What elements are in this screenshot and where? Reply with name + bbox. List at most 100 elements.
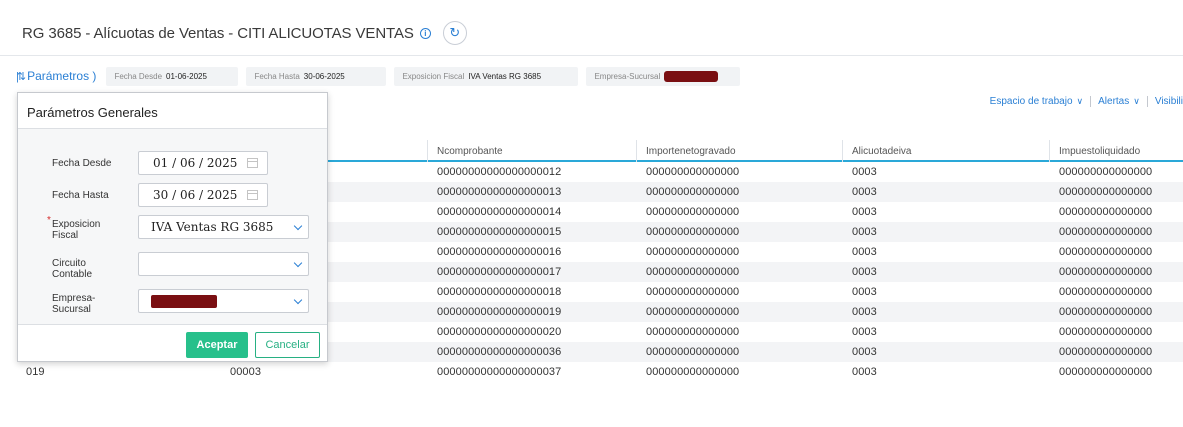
cell-ncomprobante: 00000000000000000014: [437, 206, 562, 218]
cell-alicuota: 0003: [852, 326, 877, 338]
column-divider: [636, 140, 637, 162]
workspace-label: Espacio de trabajo: [989, 96, 1073, 107]
empresa-sucursal-select[interactable]: [138, 289, 309, 313]
column-header-ncomprobante[interactable]: Ncomprobante: [437, 146, 503, 157]
fecha-desde-value: 01 / 06 / 2025: [153, 156, 238, 170]
fecha-desde-label: Fecha Desde: [52, 158, 112, 169]
exposicion-fiscal-label: Exposicion Fiscal: [47, 215, 112, 241]
cell-impuesto: 000000000000000: [1059, 286, 1153, 298]
parametros-popup: Parámetros Generales Fecha Desde 01 / 06…: [17, 92, 328, 362]
cell-tipo: 019: [26, 366, 45, 378]
cancel-button[interactable]: Cancelar: [255, 332, 320, 358]
cell-alicuota: 0003: [852, 206, 877, 218]
fecha-hasta-value: 30 / 06 / 2025: [153, 188, 238, 202]
chip-empresa-sucursal[interactable]: Empresa-Sucursal: [586, 66, 741, 86]
cell-impuesto: 000000000000000: [1059, 166, 1153, 178]
exposicion-fiscal-value: IVA Ventas RG 3685: [151, 220, 274, 234]
chip-label: Fecha Desde: [114, 71, 163, 81]
table-row[interactable]: 019 00003 00000000000000000037 000000000000…: [18, 362, 1183, 382]
cell-alicuota: 0003: [852, 346, 877, 358]
cell-importe-neto: 000000000000000: [646, 186, 740, 198]
cell-ncomprobante: 00000000000000000016: [437, 246, 562, 258]
visibility-label: Visibili: [1154, 96, 1183, 107]
cell-alicuota: 0003: [852, 246, 877, 258]
fecha-hasta-label: Fecha Hasta: [52, 190, 109, 201]
calendar-icon[interactable]: [247, 190, 259, 200]
cell-ncomprobante: 00000000000000000013: [437, 186, 562, 198]
cell-ncomprobante: 00000000000000000018: [437, 286, 562, 298]
chip-label: Fecha Hasta: [254, 71, 300, 81]
cell-punto-venta: 00003: [230, 366, 262, 378]
cell-alicuota: 0003: [852, 166, 877, 178]
cell-impuesto: 000000000000000: [1059, 366, 1153, 378]
column-header-alicuotadeiva[interactable]: Alicuotadeiva: [852, 146, 911, 157]
cell-ncomprobante: 00000000000000000015: [437, 226, 562, 238]
page-header: RG 3685 - Alícuotas de Ventas - CITI ALI…: [22, 20, 467, 46]
chip-value: 01-06-2025: [166, 71, 207, 81]
visibility-menu[interactable]: Visibili: [1155, 96, 1183, 107]
cell-importe-neto: 000000000000000: [646, 286, 740, 298]
column-divider: [1049, 140, 1050, 162]
calendar-icon[interactable]: [247, 158, 259, 168]
page-title: RG 3685 - Alícuotas de Ventas - CITI ALI…: [22, 24, 414, 42]
refresh-button[interactable]: ↻: [442, 21, 467, 45]
chevron-down-icon: [293, 221, 303, 230]
chip-value: IVA Ventas RG 3685: [468, 71, 542, 81]
chip-value: 30-06-2025: [303, 71, 345, 81]
cell-alicuota: 0003: [852, 366, 877, 378]
chevron-down-icon: [293, 295, 303, 304]
column-divider: [427, 140, 428, 162]
cell-importe-neto: 000000000000000: [646, 266, 740, 278]
cell-ncomprobante: 00000000000000000020: [437, 326, 562, 338]
cell-impuesto: 000000000000000: [1059, 186, 1153, 198]
cell-ncomprobante: 00000000000000000036: [437, 346, 562, 358]
refresh-icon: ↻: [449, 25, 461, 40]
fecha-desde-input[interactable]: 01 / 06 / 2025: [138, 151, 268, 175]
exposicion-fiscal-select[interactable]: IVA Ventas RG 3685: [138, 215, 309, 239]
cell-alicuota: 0003: [852, 266, 877, 278]
params-toggle-button[interactable]: |⇅ Parámetros ): [16, 69, 96, 83]
alerts-menu[interactable]: Alertas ∨: [1098, 96, 1140, 107]
redacted-value: [151, 294, 217, 308]
sliders-icon: |⇅: [16, 70, 26, 83]
chip-exposicion-fiscal[interactable]: Exposicion Fiscal IVA Ventas RG 3685: [394, 66, 579, 86]
cell-importe-neto: 000000000000000: [646, 246, 740, 258]
accept-button[interactable]: Aceptar: [186, 332, 248, 358]
popup-form: Fecha Desde 01 / 06 / 2025 Fecha Hasta 3…: [18, 129, 327, 325]
workspace-menu[interactable]: Espacio de trabajo ∨: [990, 96, 1083, 107]
cell-importe-neto: 000000000000000: [646, 166, 740, 178]
cell-ncomprobante: 00000000000000000019: [437, 306, 562, 318]
toolbar-divider: [1146, 96, 1148, 107]
cell-alicuota: 0003: [852, 306, 877, 318]
cell-importe-neto: 000000000000000: [646, 226, 740, 238]
cell-impuesto: 000000000000000: [1059, 246, 1153, 258]
cell-alicuota: 0003: [852, 186, 877, 198]
header-divider: [0, 55, 1183, 56]
info-icon[interactable]: i: [419, 27, 431, 39]
circuito-contable-select[interactable]: [138, 252, 309, 276]
column-header-impuestoliquidado[interactable]: Impuestoliquidado: [1059, 146, 1140, 157]
circuito-contable-label: Circuito Contable: [52, 258, 93, 280]
chip-fecha-desde[interactable]: Fecha Desde 01-06-2025: [106, 66, 239, 86]
cell-impuesto: 000000000000000: [1059, 326, 1153, 338]
fecha-hasta-input[interactable]: 30 / 06 / 2025: [138, 183, 268, 207]
cell-alicuota: 0003: [852, 226, 877, 238]
cell-alicuota: 0003: [852, 286, 877, 298]
cell-importe-neto: 000000000000000: [646, 326, 740, 338]
cell-importe-neto: 000000000000000: [646, 346, 740, 358]
column-header-importenetogravado[interactable]: Importenetogravado: [646, 146, 736, 157]
params-bar: |⇅ Parámetros ) Fecha Desde 01-06-2025 F…: [16, 66, 741, 86]
cell-impuesto: 000000000000000: [1059, 206, 1153, 218]
cell-impuesto: 000000000000000: [1059, 226, 1153, 238]
cell-impuesto: 000000000000000: [1059, 266, 1153, 278]
params-toggle-label: Parámetros ): [27, 69, 97, 83]
chip-fecha-hasta[interactable]: Fecha Hasta 30-06-2025: [246, 66, 387, 86]
popup-footer: Aceptar Cancelar: [18, 325, 327, 361]
toolbar-divider: [1090, 96, 1092, 107]
cell-impuesto: 000000000000000: [1059, 306, 1153, 318]
chevron-down-icon: ∨: [1133, 96, 1140, 106]
chevron-down-icon: ∨: [1076, 96, 1084, 106]
cell-ncomprobante: 00000000000000000012: [437, 166, 562, 178]
cell-importe-neto: 000000000000000: [646, 306, 740, 318]
redacted-value: [664, 70, 719, 82]
